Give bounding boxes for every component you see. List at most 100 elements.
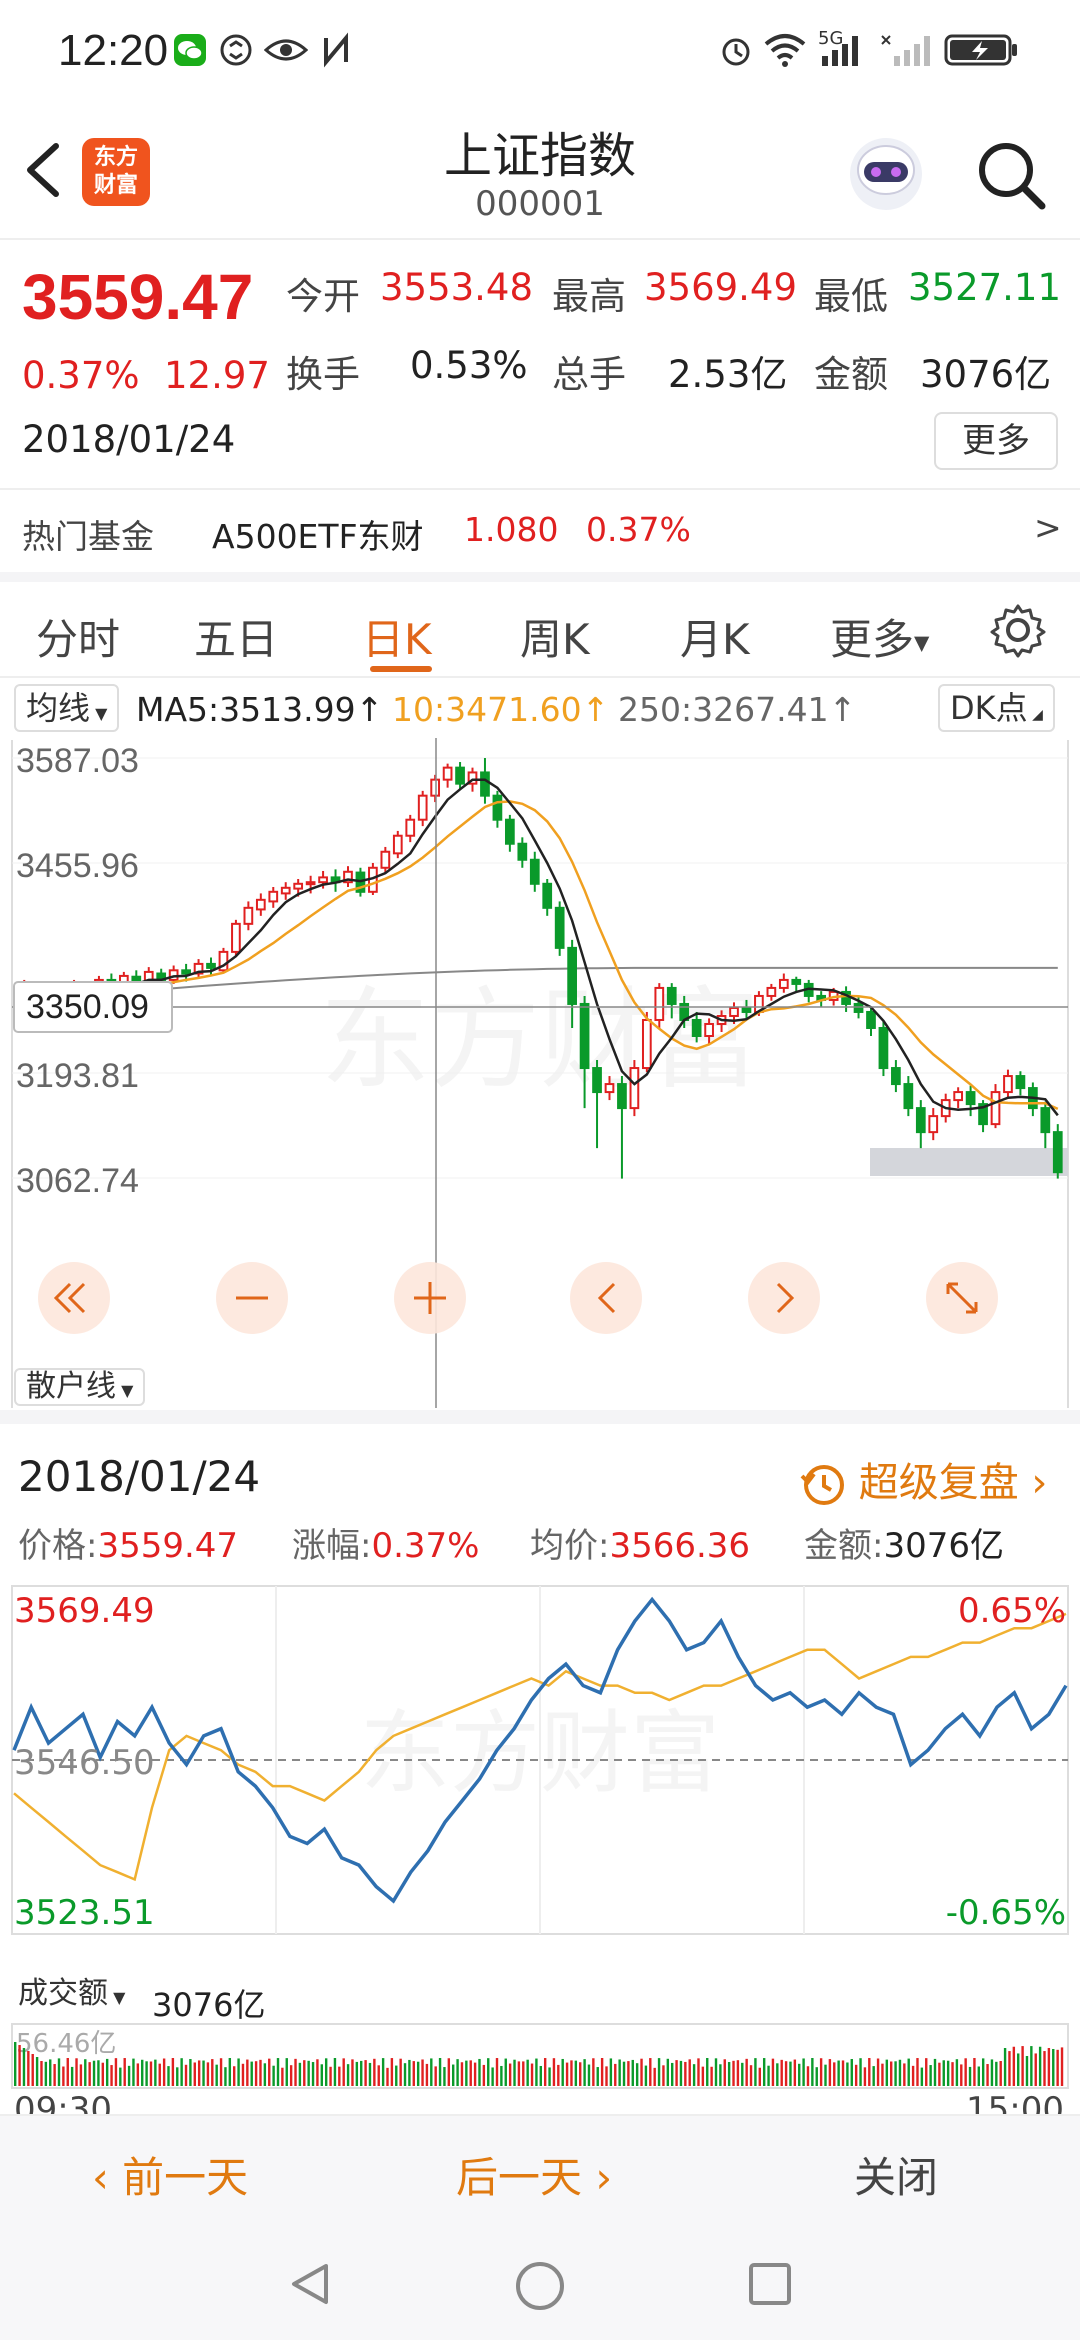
volume-bar	[333, 2058, 337, 2086]
gear-icon[interactable]	[990, 602, 1046, 658]
volume-bar	[955, 2059, 959, 2086]
volume-bar	[127, 2065, 131, 2086]
intraday-chart[interactable]: 东方财富 3569.49 3546.50 3523.51 0.65% -0.65…	[0, 1584, 1080, 1964]
candle	[1015, 1071, 1026, 1096]
candle	[231, 919, 241, 956]
volume-bar	[793, 2059, 797, 2086]
previous-day-button[interactable]: ‹ 前一天	[92, 2144, 248, 2205]
volume-bar	[714, 2058, 718, 2086]
volume-bar	[614, 2063, 617, 2086]
candle	[380, 846, 391, 873]
volume-bar	[675, 2060, 678, 2086]
volume-bar	[434, 2066, 437, 2086]
candle	[243, 901, 254, 931]
eye-icon	[264, 39, 308, 61]
candle	[505, 814, 515, 852]
y-axis-label: 3587.03	[16, 742, 139, 780]
nav-back-icon[interactable]	[286, 2260, 334, 2308]
tab-intraday[interactable]: 分时	[36, 606, 120, 667]
volume-bar	[377, 2065, 380, 2086]
tab-five-day[interactable]: 五日	[194, 606, 278, 667]
volume-bar	[776, 2063, 779, 2086]
volume-bar	[933, 2058, 937, 2086]
volume-bar	[1043, 2051, 1046, 2086]
volume-bar	[1012, 2046, 1016, 2086]
volume-bar	[758, 2067, 761, 2086]
super-replay-link[interactable]: 超级复盘 ›	[800, 1450, 1047, 1508]
dropdown-triangle-icon: ▼	[116, 1381, 134, 1400]
scroll-left-fast-button[interactable]	[38, 1262, 110, 1334]
volume-bar	[228, 2058, 232, 2086]
volume-bar	[176, 2067, 179, 2086]
ma-selector[interactable]: 均线 ▼	[14, 684, 120, 732]
volume-bar	[635, 2063, 639, 2086]
robot-assistant-icon[interactable]	[846, 130, 926, 214]
intraday-y-high: 3569.49	[14, 1591, 155, 1631]
dk-point-button[interactable]: DK点 ◢	[938, 684, 1055, 732]
tab-more-label: 更多	[830, 615, 915, 664]
volume-bar	[1047, 2048, 1051, 2086]
scroll-left-button[interactable]	[570, 1262, 642, 1334]
volume-bar	[92, 2060, 96, 2086]
zoom-in-button[interactable]	[394, 1262, 466, 1334]
fullscreen-button[interactable]	[926, 1262, 998, 1334]
low-value: 3527.11	[908, 266, 1062, 309]
nfc-icon	[324, 32, 348, 68]
hot-fund-row[interactable]: 热门基金 A500ETF东财 1.080 0.37% >	[0, 488, 1080, 572]
tab-more[interactable]: 更多▼	[830, 606, 929, 667]
volume-bar	[973, 2058, 976, 2086]
zoom-out-button[interactable]	[216, 1262, 288, 1334]
detail-amount: 金额:3076亿	[804, 1526, 1004, 1566]
volume-bar	[605, 2066, 608, 2086]
detail-avg: 均价:3566.36	[530, 1526, 751, 1566]
volume-bar	[79, 2064, 83, 2086]
sub-indicator-selector[interactable]: 散户线 ▼	[14, 1368, 146, 1406]
signal-icon	[822, 36, 858, 66]
volume-bar	[916, 2058, 919, 2086]
detail-date: 2018/01/24	[18, 1452, 261, 1501]
volume-bar	[1060, 2047, 1064, 2086]
volume-bar	[530, 2063, 534, 2086]
volume-bar	[215, 2064, 218, 2086]
volume-bar	[688, 2059, 691, 2086]
tab-daily-k[interactable]: 日K	[362, 606, 432, 667]
candle	[629, 1060, 640, 1117]
volume-bar	[798, 2063, 801, 2086]
volume-bar	[381, 2058, 385, 2086]
hot-fund-name[interactable]: A500ETF东财	[212, 510, 424, 558]
volume-bar	[154, 2059, 157, 2086]
volume-bar	[123, 2058, 126, 2086]
nav-home-icon[interactable]	[514, 2260, 566, 2312]
volume-bar	[806, 2066, 810, 2086]
volume-bar	[846, 2062, 849, 2086]
dropdown-triangle-icon: ▼	[90, 704, 108, 723]
volume-bar	[824, 2064, 827, 2086]
volume-bar	[324, 2058, 328, 2086]
volume-bar	[70, 2066, 74, 2086]
volume-bar	[719, 2064, 722, 2086]
volume-bar	[762, 2058, 766, 2086]
more-button[interactable]: 更多	[934, 412, 1058, 470]
volume-total: 3076亿	[152, 1986, 266, 2024]
volume-bar	[565, 2062, 569, 2086]
search-icon[interactable]	[974, 138, 1048, 212]
chevron-right-icon[interactable]: >	[1034, 508, 1062, 547]
scroll-right-button[interactable]	[748, 1262, 820, 1334]
close-button[interactable]: 关闭	[854, 2144, 938, 2205]
volume-bar	[197, 2060, 201, 2086]
ma-selector-label: 均线	[26, 689, 91, 727]
volume-bar	[736, 2060, 740, 2086]
tab-monthly-k[interactable]: 月K	[680, 606, 750, 667]
nav-recents-icon[interactable]	[746, 2260, 794, 2308]
volume-bar	[938, 2062, 941, 2086]
candle	[405, 814, 416, 843]
volume-bar	[649, 2058, 652, 2086]
next-day-button[interactable]: 后一天 ›	[456, 2144, 612, 2205]
candlestick-chart[interactable]: 东方财富 3587.03 3455.96 3193.81 3062.74 3350.0…	[0, 738, 1080, 1408]
tab-weekly-k[interactable]: 周K	[520, 606, 590, 667]
volume-bar	[903, 2063, 906, 2086]
volume-selector[interactable]: 成交额 ▼	[14, 1976, 130, 2016]
volume-bar	[53, 2064, 56, 2086]
volume-bar	[557, 2064, 560, 2086]
volume-bar	[272, 2065, 275, 2086]
